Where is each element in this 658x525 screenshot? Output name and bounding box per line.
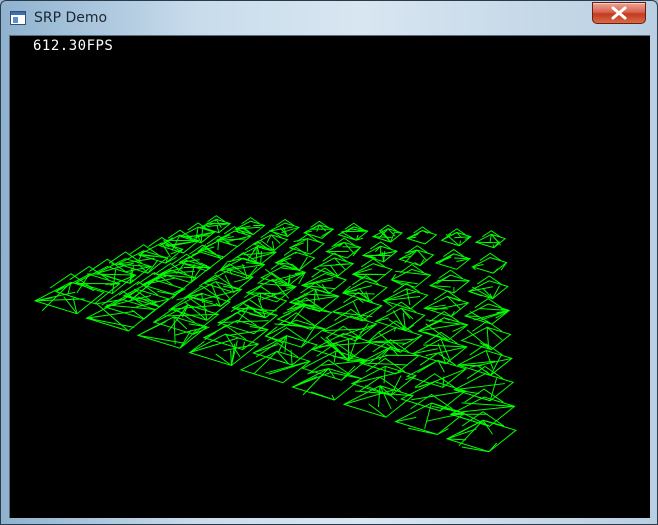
window-title: SRP Demo <box>34 10 108 26</box>
wireframe-object <box>474 230 507 249</box>
wireframe-object <box>417 311 469 341</box>
close-button[interactable] <box>592 2 646 24</box>
wireframe-object <box>351 258 393 283</box>
title-bar[interactable]: SRP Demo <box>1 1 657 35</box>
wireframe-object <box>456 343 513 376</box>
app-icon-pane <box>13 17 18 23</box>
wireframe-object <box>274 246 316 271</box>
wireframe-object <box>234 216 266 236</box>
render-viewport[interactable]: 612.30FPS <box>9 35 650 518</box>
wireframe-scene <box>33 215 517 453</box>
wireframe-object <box>460 320 512 351</box>
app-icon-bar <box>11 12 25 15</box>
app-window: SRP Demo 612.30FPS <box>0 0 658 525</box>
wireframe-object <box>374 301 426 332</box>
wireframe-object <box>239 342 311 384</box>
wireframe-object <box>467 275 509 300</box>
wireframe-object <box>434 248 472 270</box>
wireframe-object <box>302 220 335 239</box>
wireframe-object <box>406 226 438 245</box>
wireframe-object <box>291 359 363 401</box>
wireframe-object <box>33 273 105 315</box>
wireframe-object <box>245 272 297 303</box>
wireframe-object <box>440 228 472 247</box>
wireframe-object <box>428 269 471 294</box>
wireframe-object <box>337 222 369 241</box>
wireframe-object <box>398 245 435 267</box>
wireframe-object <box>361 241 399 263</box>
wireframe-object <box>390 263 432 288</box>
wireframe-object <box>445 411 517 453</box>
wireframe-object <box>471 252 508 274</box>
close-icon <box>611 6 627 20</box>
wireframe-object <box>268 218 300 237</box>
wireframe-object <box>463 297 511 325</box>
application-window-icon[interactable] <box>10 11 26 25</box>
wireframe-object <box>199 215 232 234</box>
wireframe-object <box>312 252 355 277</box>
wireframe-object <box>371 224 404 243</box>
